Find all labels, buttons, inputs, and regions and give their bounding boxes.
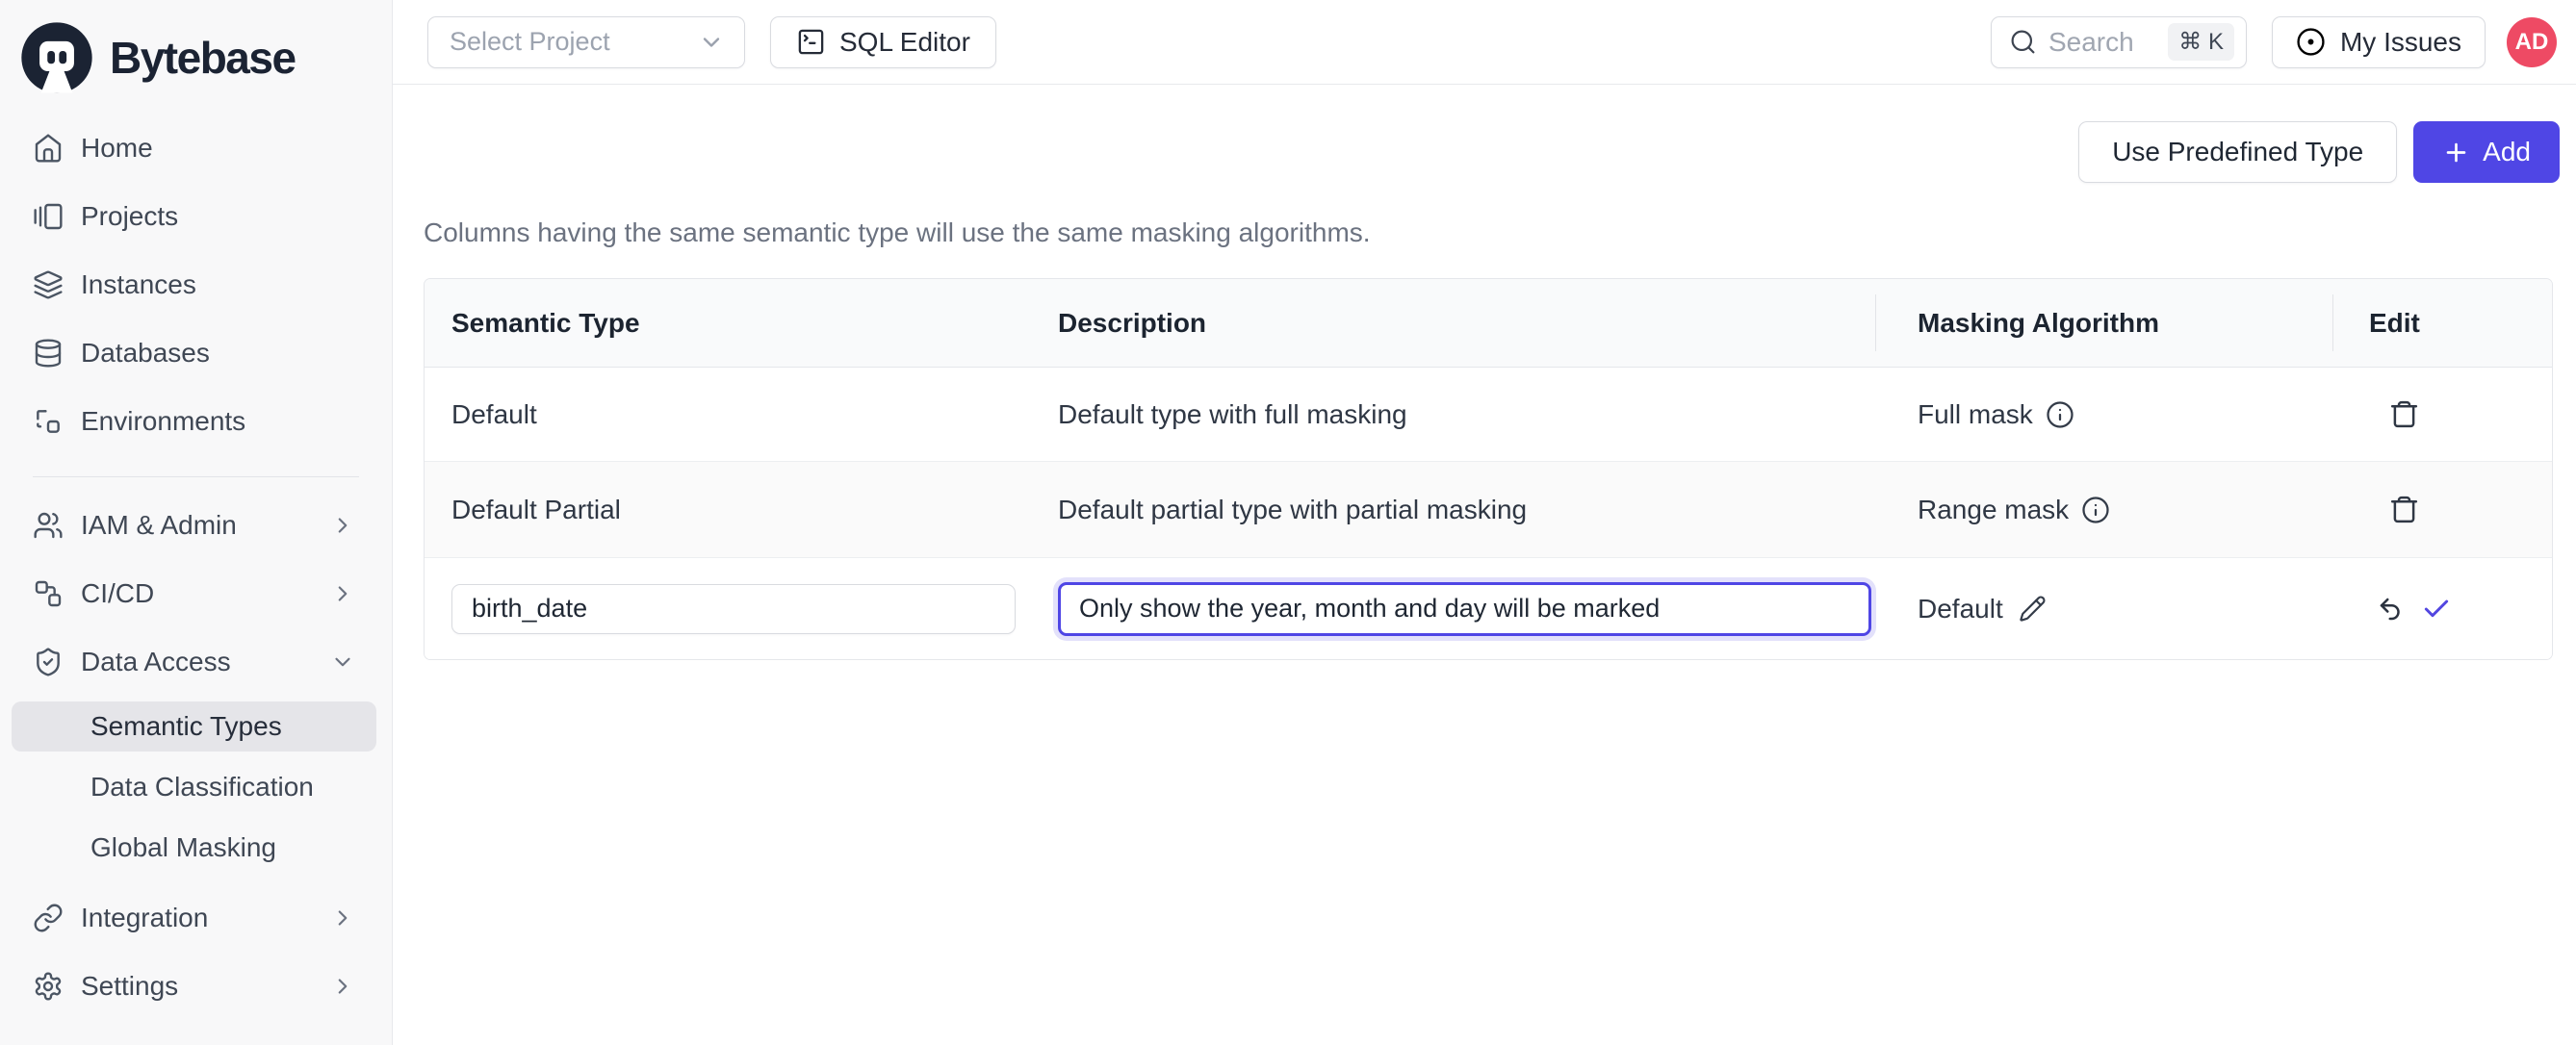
layers-icon — [33, 269, 64, 300]
table-row: Default Partial Default partial type wit… — [425, 462, 2552, 558]
sidebar-item-data-access[interactable]: Data Access — [0, 627, 392, 696]
pencil-icon[interactable] — [2019, 595, 2047, 623]
sql-editor-button[interactable]: SQL Editor — [770, 16, 996, 68]
brand-logo[interactable]: Bytebase — [0, 0, 392, 100]
sidebar-item-label: IAM & Admin — [81, 510, 237, 541]
users-icon — [33, 510, 64, 541]
chevron-down-icon — [698, 29, 725, 56]
add-button[interactable]: Add — [2413, 121, 2560, 183]
content: Use Predefined Type Add Columns having t… — [393, 85, 2576, 660]
sidebar-item-label: Instances — [81, 269, 196, 300]
sidebar-item-label: CI/CD — [81, 578, 154, 609]
shield-check-icon — [33, 647, 64, 677]
sidebar-item-environments[interactable]: Environments — [0, 387, 392, 455]
sidebar-item-home[interactable]: Home — [0, 114, 392, 182]
info-icon[interactable] — [2046, 400, 2074, 429]
sidebar-item-databases[interactable]: Databases — [0, 319, 392, 387]
chevron-down-icon — [330, 650, 355, 675]
page-description: Columns having the same semantic type wi… — [424, 217, 2576, 248]
sidebar-item-iam-admin[interactable]: IAM & Admin — [0, 491, 392, 559]
sidebar-item-label: Data Access — [81, 647, 231, 677]
table-row: Default Default type with full masking F… — [425, 368, 2552, 462]
gear-icon — [33, 971, 64, 1002]
project-select-placeholder: Select Project — [450, 27, 610, 57]
semantic-type-description-input[interactable] — [1058, 582, 1871, 636]
use-predefined-type-button[interactable]: Use Predefined Type — [2078, 121, 2397, 183]
app-root: Bytebase Home Projects Instances Databas… — [0, 0, 2576, 1045]
workflow-icon — [33, 578, 64, 609]
chevron-right-icon — [330, 905, 355, 930]
search-placeholder: Search — [2048, 27, 2134, 58]
masking-algorithm-value: Default — [1918, 594, 2003, 624]
trash-icon[interactable] — [2388, 494, 2420, 525]
home-icon — [33, 133, 64, 164]
brand-name: Bytebase — [110, 32, 296, 84]
search-input[interactable]: Search ⌘ K — [1991, 16, 2247, 68]
sidebar: Bytebase Home Projects Instances Databas… — [0, 0, 393, 1045]
avatar[interactable]: AD — [2507, 17, 2557, 67]
terminal-icon — [796, 27, 826, 57]
sidebar-item-label: Databases — [81, 338, 210, 369]
sidebar-item-label: Semantic Types — [90, 711, 282, 742]
data-access-submenu: Semantic Types Data Classification Globa… — [0, 701, 392, 873]
actions-row: Use Predefined Type Add — [393, 85, 2576, 183]
environments-icon — [33, 406, 64, 437]
description-cell: Default type with full masking — [1031, 368, 1875, 461]
semantic-type-cell: Default Partial — [425, 462, 1031, 557]
sidebar-item-settings[interactable]: Settings — [0, 952, 392, 1020]
semantic-type-cell: Default — [425, 368, 1031, 461]
trash-icon[interactable] — [2388, 398, 2420, 430]
undo-icon[interactable] — [2377, 595, 2406, 624]
topbar: Select Project SQL Editor Search ⌘ K My … — [393, 0, 2576, 85]
link-icon — [33, 903, 64, 933]
sql-editor-label: SQL Editor — [839, 27, 970, 58]
sidebar-item-label: Data Classification — [90, 772, 314, 803]
info-icon[interactable] — [2081, 496, 2110, 524]
check-icon[interactable] — [2421, 594, 2452, 624]
project-select[interactable]: Select Project — [427, 16, 745, 68]
sidebar-item-instances[interactable]: Instances — [0, 250, 392, 319]
database-icon — [33, 338, 64, 369]
column-header-edit: Edit — [2332, 279, 2552, 367]
sidebar-item-semantic-types[interactable]: Semantic Types — [12, 701, 376, 752]
projects-icon — [33, 201, 64, 232]
sidebar-item-label: Integration — [81, 903, 208, 933]
sidebar-item-label: Environments — [81, 406, 245, 437]
main-area: Select Project SQL Editor Search ⌘ K My … — [393, 0, 2576, 1045]
semantic-types-table: Semantic Type Description Masking Algori… — [424, 278, 2553, 660]
masking-algorithm-value: Full mask — [1918, 399, 2033, 430]
add-button-label: Add — [2483, 137, 2531, 167]
sidebar-item-label: Global Masking — [90, 832, 276, 863]
search-icon — [2009, 28, 2037, 56]
sidebar-item-integration[interactable]: Integration — [0, 883, 392, 952]
masking-algorithm-value: Range mask — [1918, 495, 2069, 525]
bytebase-robot-icon — [19, 20, 94, 95]
chevron-right-icon — [330, 513, 355, 538]
sidebar-item-label: Settings — [81, 971, 178, 1002]
sidebar-item-global-masking[interactable]: Global Masking — [12, 823, 376, 873]
sidebar-item-cicd[interactable]: CI/CD — [0, 559, 392, 627]
table-row-editing: Default — [425, 558, 2552, 659]
semantic-type-name-input[interactable] — [451, 584, 1016, 634]
column-header-description: Description — [1031, 279, 1875, 367]
sidebar-bottom-group: Integration Settings — [0, 883, 392, 1020]
chevron-right-icon — [330, 974, 355, 999]
sidebar-item-label: Home — [81, 133, 153, 164]
circle-dot-icon — [2296, 27, 2326, 57]
sidebar-item-data-classification[interactable]: Data Classification — [12, 762, 376, 812]
table-header-row: Semantic Type Description Masking Algori… — [425, 279, 2552, 368]
my-issues-button[interactable]: My Issues — [2272, 16, 2486, 68]
search-shortcut-badge: ⌘ K — [2168, 23, 2234, 61]
description-cell: Default partial type with partial maskin… — [1031, 462, 1875, 557]
column-header-masking-algorithm: Masking Algorithm — [1875, 279, 2332, 367]
sidebar-item-projects[interactable]: Projects — [0, 182, 392, 250]
sidebar-item-label: Projects — [81, 201, 178, 232]
plus-icon — [2442, 139, 2470, 166]
sidebar-divider — [33, 476, 359, 477]
column-header-semantic-type: Semantic Type — [425, 279, 1031, 367]
chevron-right-icon — [330, 581, 355, 606]
sidebar-nav: Home Projects Instances Databases Enviro… — [0, 114, 392, 1020]
my-issues-label: My Issues — [2340, 27, 2461, 58]
